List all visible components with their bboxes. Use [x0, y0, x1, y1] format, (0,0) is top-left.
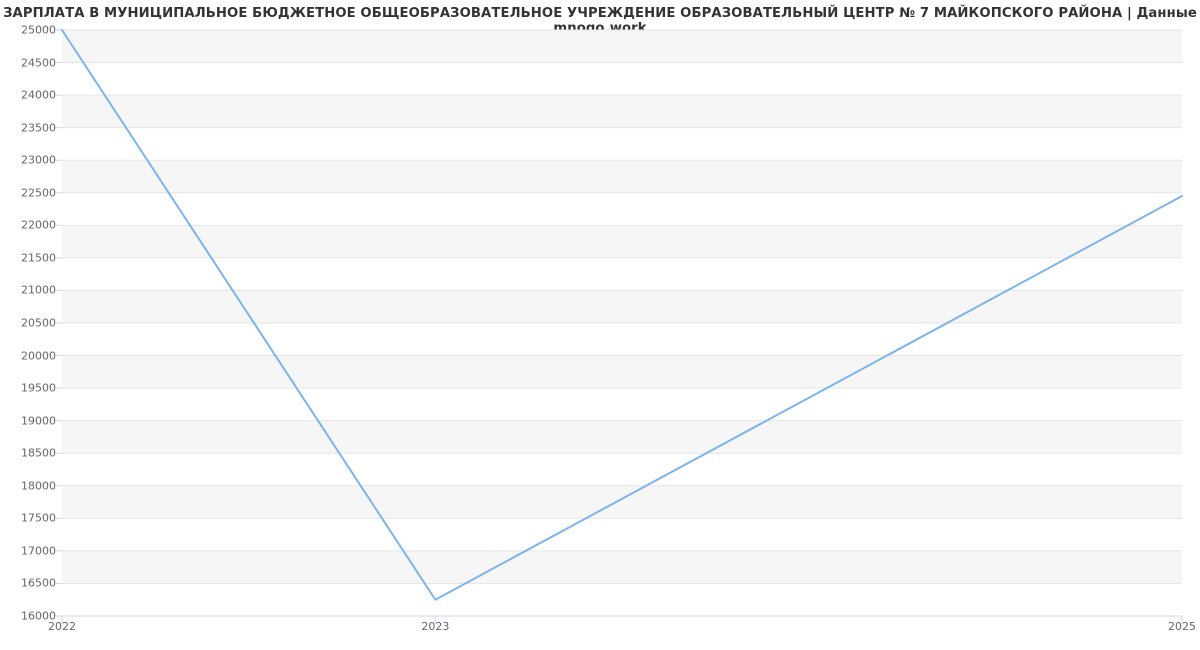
y-tick-label: 22000 [10, 219, 56, 232]
x-tick-label: 2023 [421, 620, 449, 633]
y-tick-label: 24000 [10, 89, 56, 102]
y-tick-label: 24500 [10, 56, 56, 69]
y-tick-label: 23000 [10, 154, 56, 167]
y-tick-label: 21000 [10, 284, 56, 297]
y-tick-label: 17500 [10, 512, 56, 525]
y-tick-label: 20500 [10, 317, 56, 330]
y-tick-label: 20000 [10, 349, 56, 362]
y-tick-label: 22500 [10, 186, 56, 199]
chart-container: ЗАРПЛАТА В МУНИЦИПАЛЬНОЕ БЮДЖЕТНОЕ ОБЩЕО… [0, 0, 1200, 650]
y-tick-label: 19000 [10, 414, 56, 427]
y-tick-label: 18500 [10, 447, 56, 460]
y-tick-label: 25000 [10, 24, 56, 37]
y-tick-label: 19500 [10, 382, 56, 395]
x-tick-label: 2022 [48, 620, 76, 633]
y-tick-label: 16500 [10, 577, 56, 590]
y-tick-label: 18000 [10, 479, 56, 492]
y-tick-label: 21500 [10, 251, 56, 264]
plot-area [62, 30, 1182, 616]
y-tick-label: 23500 [10, 121, 56, 134]
x-tick-label: 2025 [1168, 620, 1196, 633]
data-line [62, 30, 1182, 616]
y-tick-label: 17000 [10, 544, 56, 557]
